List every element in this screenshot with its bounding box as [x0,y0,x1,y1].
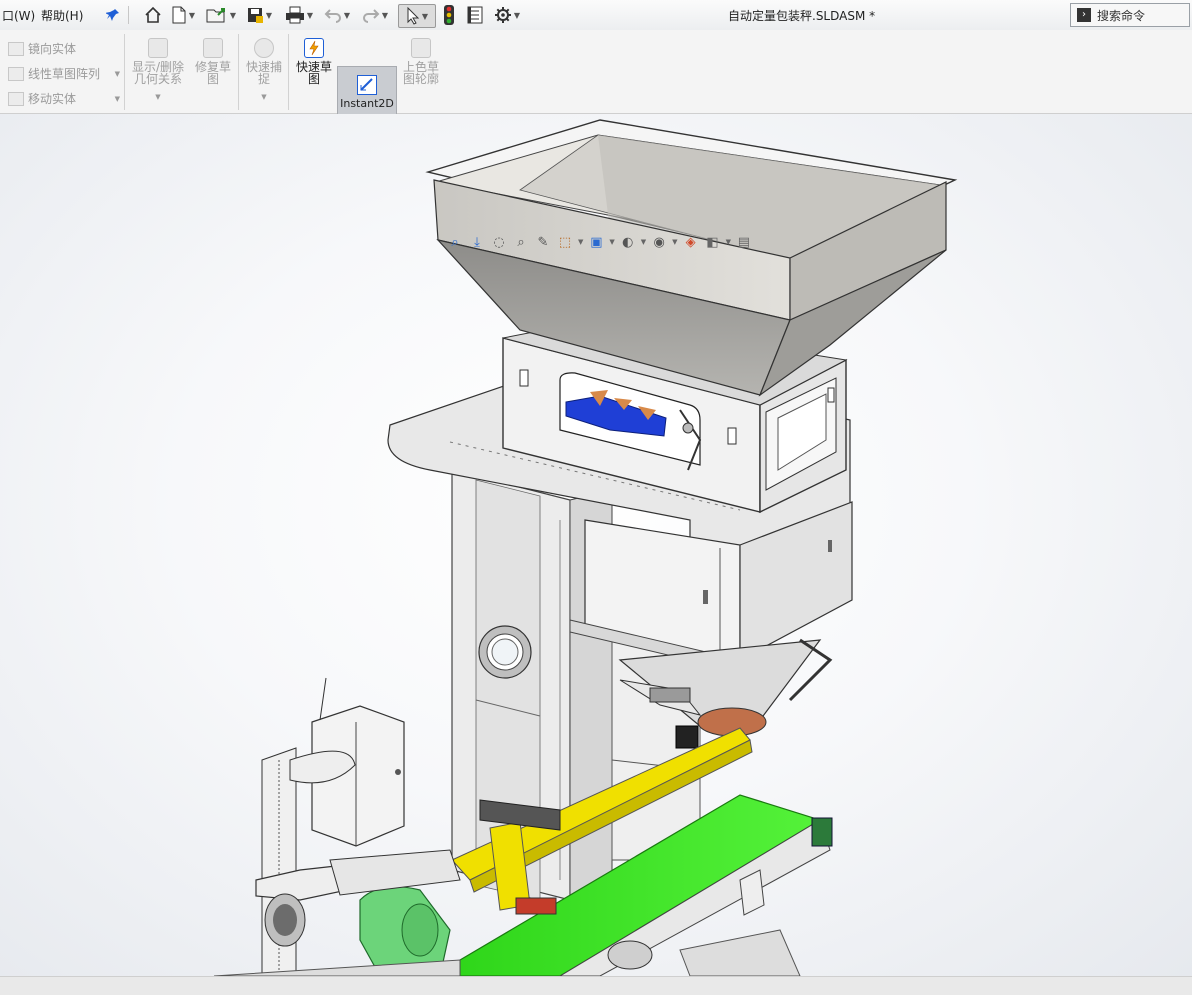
display-delete-relations-label-2: 几何关系 [133,72,182,86]
hide-show-items-icon[interactable]: ◐ [619,234,637,250]
home-icon[interactable] [142,4,164,26]
select-icon[interactable]: ▼ [398,4,436,28]
new-document-icon[interactable]: ▼ [168,4,198,26]
command-prompt-icon: › [1077,8,1091,22]
chevron-down-icon[interactable]: ▼ [307,11,313,20]
relations-icon [148,38,168,58]
move-icon [8,91,24,106]
linear-sketch-pattern-label: 线性草图阵列 [28,67,101,81]
chevron-down-icon[interactable]: ▼ [578,238,583,246]
linear-sketch-pattern-button[interactable]: 线性草图阵列 ▼ [8,65,120,82]
heads-up-view-toolbar: ⌕ ⤓ ◌ ⌕ ✎ ⬚ ▼ ▣ ▼ ◐ ▼ ◉ ▼ ◈ ◧ ▼ ▤ [446,232,753,252]
window-title: 自动定量包装秤.SLDASM * [728,9,876,23]
chevron-down-icon[interactable]: ▼ [344,11,350,20]
ribbon-separator [124,34,125,110]
menu-help[interactable]: 帮助(H) [41,7,83,24]
open-icon[interactable]: ▼ [204,4,238,26]
chevron-down-icon[interactable]: ▼ [422,12,428,21]
chevron-down-icon[interactable]: ▼ [189,11,195,20]
section-view-icon[interactable]: ⌕ [512,234,530,250]
move-entities-button[interactable]: 移动实体 ▼ [8,90,120,107]
chevron-down-icon[interactable]: ▼ [641,238,646,246]
view-settings-icon[interactable]: ◧ [704,234,722,250]
shaded-sketch-contours-button[interactable]: 上色草 图轮廓 [396,38,446,85]
quick-snaps-icon [254,38,274,58]
file-properties-icon[interactable] [464,4,486,26]
move-entities-label: 移动实体 [28,92,77,106]
rapid-sketch-button[interactable]: 快速草 图 [289,38,339,85]
save-icon[interactable]: ▼ [244,4,274,26]
chevron-down-icon[interactable]: ▼ [230,11,236,20]
quick-snaps-label-2: 捉 [257,72,270,86]
display-delete-relations-button[interactable]: 显示/删除 几何关系 ▼ [130,38,186,103]
linear-pattern-icon [8,66,24,81]
chevron-down-icon[interactable]: ▼ [115,70,120,78]
instant2d-icon [357,75,377,95]
traffic-light-icon[interactable] [440,4,458,26]
zoom-to-fit-icon[interactable]: ⌕ [446,234,464,250]
mirror-entities-label: 镜向实体 [28,42,77,56]
menu-window[interactable]: 口(W) [2,7,35,24]
command-manager: 镜向实体 线性草图阵列 ▼ 移动实体 ▼ 显示/删除 几何关系 ▼ 修复草 图 … [0,30,1192,142]
shaded-sketch-contours-label-2: 图轮廓 [402,72,439,86]
chevron-down-icon[interactable]: ▼ [514,11,520,20]
chevron-down-icon[interactable]: ▼ [266,11,272,20]
shaded-contours-icon [411,38,431,58]
mirror-entities-button[interactable]: 镜向实体 [8,40,76,57]
pin-icon[interactable] [104,4,122,26]
rapid-sketch-icon [304,38,324,58]
search-placeholder: 搜索命令 [1097,8,1146,23]
chevron-down-icon[interactable]: ▼ [239,91,289,103]
print-icon[interactable]: ▼ [282,4,316,26]
view-orientation-icon[interactable]: ⬚ [556,234,574,250]
zoom-to-area-icon[interactable]: ⤓ [468,234,486,250]
edit-appearance-icon[interactable]: ◉ [650,234,668,250]
toolbar-separator [128,6,129,24]
dynamic-annotation-icon[interactable]: ✎ [534,234,552,250]
gear-icon[interactable]: ▼ [490,4,524,26]
status-bar [0,976,1192,995]
chevron-down-icon[interactable]: ▼ [726,238,731,246]
display-style-icon[interactable]: ▣ [587,234,605,250]
repair-sketch-icon [203,38,223,58]
title-bar: 口(W) 帮助(H) ▼ ▼ ▼ ▼ ▼ ▼ ▼ ▼ 自动定量包装秤.SLDAS… [0,0,1192,31]
display-pane-icon[interactable]: ▤ [735,234,753,250]
chevron-down-icon[interactable]: ▼ [130,91,186,103]
quick-snaps-button[interactable]: 快速捕 捉 ▼ [239,38,289,103]
undo-icon[interactable]: ▼ [322,4,352,26]
graphics-area[interactable]: ⌕ ⤓ ◌ ⌕ ✎ ⬚ ▼ ▣ ▼ ◐ ▼ ◉ ▼ ◈ ◧ ▼ ▤ [0,114,1192,976]
search-input[interactable]: › 搜索命令 [1070,3,1190,27]
previous-view-icon[interactable]: ◌ [490,234,508,250]
apply-scene-icon[interactable]: ◈ [682,234,700,250]
repair-sketch-label-2: 图 [206,72,219,86]
redo-icon[interactable]: ▼ [360,4,390,26]
rapid-sketch-label-2: 图 [307,72,320,86]
chevron-down-icon[interactable]: ▼ [672,238,677,246]
mirror-icon [8,41,24,56]
instant2d-label: Instant2D [340,97,394,110]
chevron-down-icon[interactable]: ▼ [382,11,388,20]
repair-sketch-button[interactable]: 修复草 图 [188,38,238,85]
chevron-down-icon[interactable]: ▼ [609,238,614,246]
chevron-down-icon[interactable]: ▼ [115,95,120,103]
